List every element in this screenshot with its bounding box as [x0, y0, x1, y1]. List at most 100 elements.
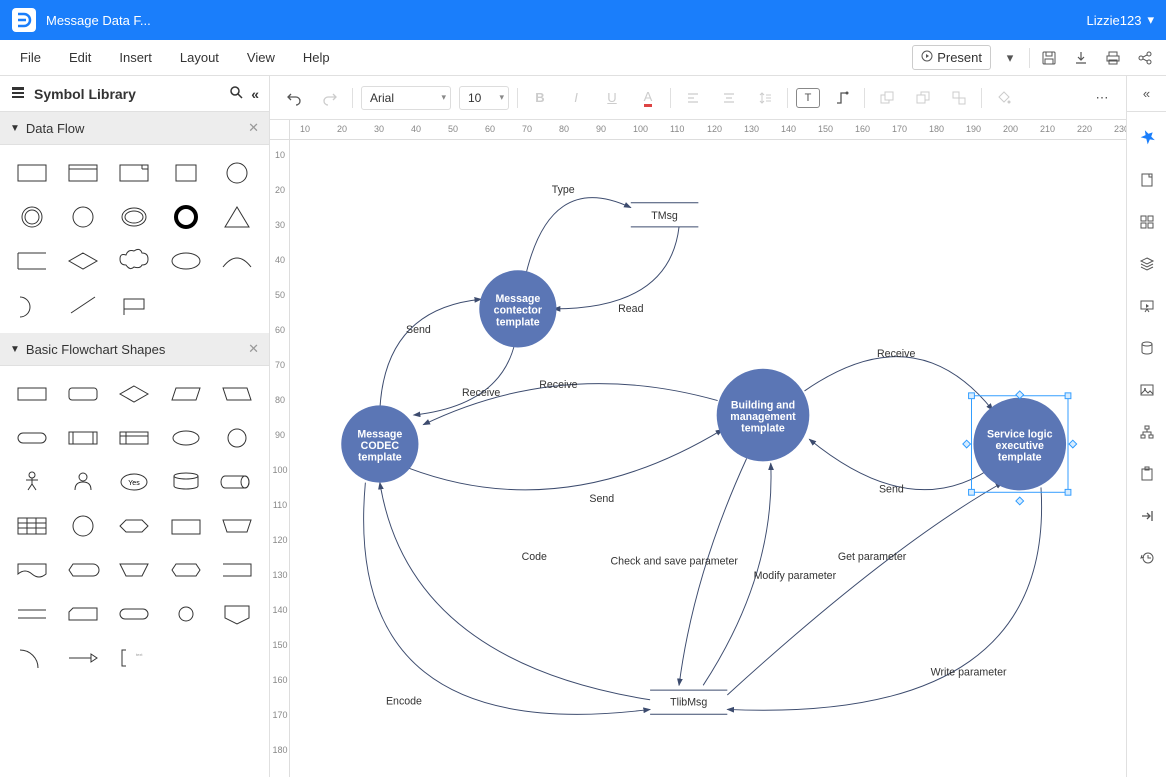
present-dropdown[interactable]: ▾ [997, 45, 1023, 71]
align-h-button[interactable] [679, 84, 707, 112]
shape-rounded[interactable] [59, 374, 106, 414]
shape-dblcircle[interactable] [8, 197, 55, 237]
close-section-icon[interactable]: ✕ [248, 120, 259, 136]
menu-edit[interactable]: Edit [57, 44, 103, 71]
underline-button[interactable]: U [598, 84, 626, 112]
shape-cloud[interactable] [111, 241, 158, 281]
shape-offpage[interactable] [214, 594, 261, 634]
search-icon[interactable] [229, 85, 243, 102]
node-connector[interactable]: Message contector template [479, 270, 556, 347]
shape-actor[interactable] [8, 462, 55, 502]
shape-openrect[interactable] [8, 241, 55, 281]
font-family-select[interactable]: Arial [361, 86, 451, 110]
fill-button[interactable] [990, 84, 1018, 112]
document-title[interactable]: Message Data F... [46, 13, 151, 28]
menu-file[interactable]: File [8, 44, 53, 71]
present-panel-button[interactable] [1131, 290, 1163, 322]
data-node-tlibmsg[interactable]: TlibMsg [650, 690, 727, 714]
shape-diamond[interactable] [59, 241, 106, 281]
shape-user[interactable] [59, 462, 106, 502]
menu-insert[interactable]: Insert [107, 44, 164, 71]
shape-circle[interactable] [214, 153, 261, 193]
shape-cut[interactable] [59, 594, 106, 634]
shape-pill[interactable] [111, 594, 158, 634]
shape-arrow[interactable] [59, 638, 106, 678]
print-button[interactable] [1100, 45, 1126, 71]
menu-view[interactable]: View [235, 44, 287, 71]
shape-annotation[interactable]: text [111, 638, 158, 678]
undo-button[interactable] [280, 84, 308, 112]
line-spacing-button[interactable] [751, 84, 779, 112]
user-menu[interactable]: Lizzie123 ▾ [1087, 12, 1154, 28]
menu-layout[interactable]: Layout [168, 44, 231, 71]
data-panel-button[interactable] [1131, 332, 1163, 364]
canvas[interactable]: TMsg TlibMsg Type Read [290, 140, 1126, 777]
shape-direct[interactable] [214, 462, 261, 502]
shape-rect2[interactable] [59, 153, 106, 193]
page-panel-button[interactable] [1131, 164, 1163, 196]
section-data-flow[interactable]: ▼ Data Flow ✕ [0, 112, 269, 145]
style-panel-button[interactable] [1131, 122, 1163, 154]
shape-decision[interactable] [111, 374, 158, 414]
shape-parallel[interactable] [8, 594, 55, 634]
shape-ellipse[interactable] [111, 197, 158, 237]
shape-yes[interactable]: Yes [111, 462, 158, 502]
italic-button[interactable]: I [562, 84, 590, 112]
shape-square[interactable] [162, 153, 209, 193]
shape-doc[interactable] [8, 550, 55, 590]
present-button[interactable]: Present [912, 45, 991, 70]
bring-front-button[interactable] [873, 84, 901, 112]
shape-internal[interactable] [111, 418, 158, 458]
shape-card[interactable] [111, 153, 158, 193]
shape-circle2[interactable] [59, 197, 106, 237]
node-service-selected[interactable]: Service logic executive template [963, 391, 1077, 505]
shape-flag[interactable] [111, 285, 158, 325]
shape-circle3[interactable] [214, 418, 261, 458]
shape-database[interactable] [162, 462, 209, 502]
shape-rect[interactable] [8, 153, 55, 193]
shape-hexagon[interactable] [111, 506, 158, 546]
shape-quarter[interactable] [8, 638, 55, 678]
collapse-panel-icon[interactable]: « [251, 86, 259, 102]
clipboard-panel-button[interactable] [1131, 458, 1163, 490]
redo-button[interactable] [316, 84, 344, 112]
shape-line[interactable] [59, 285, 106, 325]
expand-panel-button[interactable]: « [1127, 76, 1166, 112]
shape-manual[interactable] [214, 506, 261, 546]
shape-display[interactable] [59, 550, 106, 590]
data-node-tmsg[interactable]: TMsg [631, 203, 699, 227]
shape-terminator[interactable] [8, 418, 55, 458]
font-color-button[interactable]: A [634, 84, 662, 112]
send-back-button[interactable] [909, 84, 937, 112]
node-building[interactable]: Building and management template [717, 369, 810, 462]
align-v-button[interactable] [715, 84, 743, 112]
shape-aux[interactable] [214, 550, 261, 590]
save-button[interactable] [1036, 45, 1062, 71]
shape-ring[interactable] [162, 197, 209, 237]
font-size-select[interactable]: 10 [459, 86, 509, 110]
shape-process[interactable] [8, 374, 55, 414]
shape-prep[interactable] [162, 550, 209, 590]
group-button[interactable] [945, 84, 973, 112]
shape-arc[interactable] [214, 241, 261, 281]
menu-help[interactable]: Help [291, 44, 342, 71]
export-panel-button[interactable] [1131, 500, 1163, 532]
history-panel-button[interactable] [1131, 542, 1163, 574]
section-flowchart[interactable]: ▼ Basic Flowchart Shapes ✕ [0, 333, 269, 366]
shape-halfcircle[interactable] [8, 285, 55, 325]
download-button[interactable] [1068, 45, 1094, 71]
text-box-button[interactable]: T [796, 88, 820, 108]
node-codec[interactable]: Message CODEC template [341, 405, 418, 482]
shape-smcircle[interactable] [162, 594, 209, 634]
share-button[interactable] [1132, 45, 1158, 71]
layers-panel-button[interactable] [1131, 248, 1163, 280]
shape-triangle[interactable] [214, 197, 261, 237]
app-logo[interactable] [12, 8, 36, 32]
grid-panel-button[interactable] [1131, 206, 1163, 238]
shape-trapezoid[interactable] [111, 550, 158, 590]
more-button[interactable]: ⋯ [1088, 84, 1116, 112]
connector-button[interactable] [828, 84, 856, 112]
bold-button[interactable]: B [526, 84, 554, 112]
shape-paper[interactable] [162, 506, 209, 546]
tree-panel-button[interactable] [1131, 416, 1163, 448]
